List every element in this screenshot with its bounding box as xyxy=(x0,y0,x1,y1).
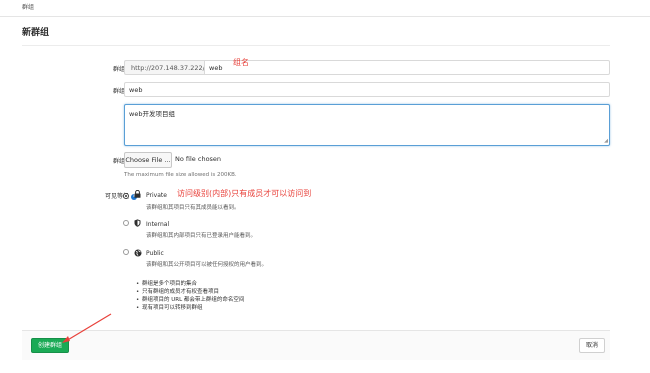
description-textarea[interactable]: web开发项目组 ◢ xyxy=(124,104,610,146)
form-actions xyxy=(22,330,610,360)
description-text: web开发项目组 xyxy=(129,110,175,118)
list-item: 现有项目可以转移到群组 xyxy=(136,304,244,312)
file-size-help: The maximum file size allowed is 200KB. xyxy=(124,172,237,178)
visibility-private-desc: 该群组和其项目只有其成员能以看到。 xyxy=(146,205,240,211)
visibility-internal-title: Internal xyxy=(146,221,170,228)
create-group-button[interactable]: 创建群组 xyxy=(31,338,69,353)
path-annotation: 组名 xyxy=(233,58,249,67)
group-info-list: 群组是多个项目的集合 只有群组的成员才有权查看项目 群组项目的 URL 都会带上… xyxy=(136,280,244,312)
shield-icon xyxy=(134,219,141,229)
title-divider xyxy=(22,45,610,46)
group-path-input[interactable]: web xyxy=(204,60,610,75)
visibility-internal-desc: 该群组和其内部项目只有已登录用户能看到。 xyxy=(146,233,257,239)
breadcrumb[interactable]: 群组 xyxy=(22,2,34,11)
visibility-annotation: 访问级别(内部)只有成员才可以访问到 xyxy=(177,189,312,198)
lock-icon xyxy=(134,189,141,200)
group-name-input[interactable]: web xyxy=(124,82,610,97)
path-prefix: http://207.148.37.222/ xyxy=(124,60,205,75)
file-status: No file chosen xyxy=(175,155,222,163)
list-item: 群组项目的 URL 都会带上群组的命名空间 xyxy=(136,296,244,304)
visibility-private-title: Private xyxy=(146,192,167,199)
globe-icon xyxy=(134,249,142,259)
resize-grip-icon[interactable]: ◢ xyxy=(604,139,608,144)
choose-file-button[interactable]: Choose File ... xyxy=(124,152,172,168)
annotation-arrow-icon xyxy=(62,313,112,343)
list-item: 只有群组的成员才有权查看项目 xyxy=(136,288,244,296)
visibility-private-radio[interactable] xyxy=(123,193,129,199)
top-divider xyxy=(0,16,650,17)
visibility-public-title: Public xyxy=(146,250,164,257)
visibility-internal-radio[interactable] xyxy=(123,220,129,226)
visibility-public-desc: 该群组和其公开项目可以被任何授权的用户看到。 xyxy=(146,262,268,268)
cancel-button[interactable]: 取消 xyxy=(579,338,605,353)
list-item: 群组是多个项目的集合 xyxy=(136,280,244,288)
page-title: 新群组 xyxy=(22,28,50,38)
visibility-label-wrap: 可见等级? xyxy=(105,191,137,200)
visibility-public-radio[interactable] xyxy=(123,249,129,255)
